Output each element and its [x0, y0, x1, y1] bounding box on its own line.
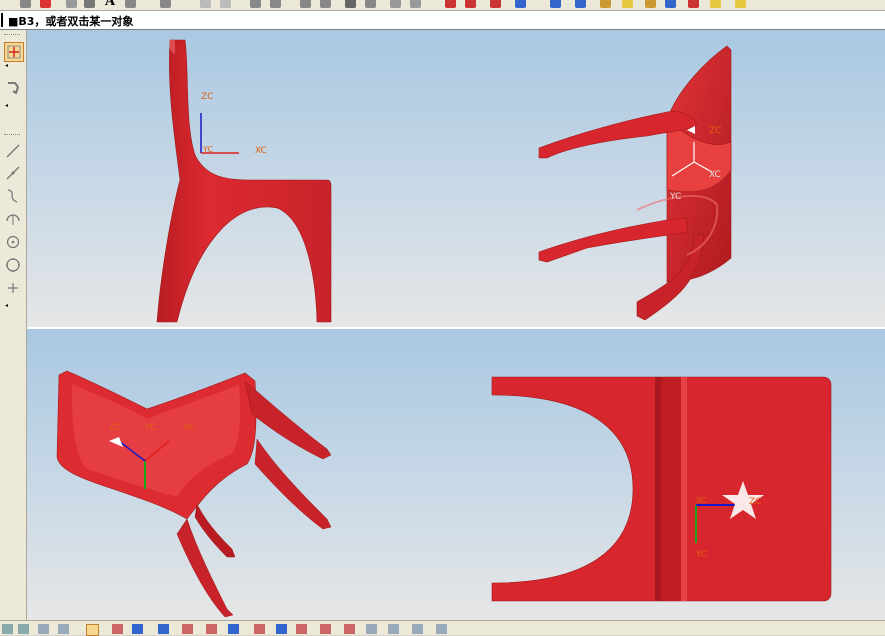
toolbar-icon[interactable] [320, 624, 331, 634]
left-toolbar: ◂ ◂ ◂ [0, 30, 27, 620]
toolbar-icon[interactable] [445, 0, 456, 8]
top-toolbar: A [0, 0, 885, 11]
axis-label-x: XC [709, 170, 721, 180]
axis-label-y: YC [144, 423, 156, 433]
chevron-left-icon[interactable]: ◂ [5, 102, 8, 109]
toolbar-icon[interactable] [412, 624, 423, 634]
toolbar-icon[interactable] [66, 0, 77, 8]
chevron-left-icon[interactable]: ◂ [5, 302, 8, 309]
toolbar-icon[interactable] [206, 624, 217, 634]
graphics-window[interactable]: ZC XC YC ZC XC YC ZC YC XC XC ZC YC [27, 30, 885, 620]
toolbar-icon[interactable] [710, 0, 721, 8]
toolbar-icon[interactable] [220, 0, 231, 8]
toolbar-icon[interactable] [550, 0, 561, 8]
toolbar-icon[interactable] [344, 624, 355, 634]
cue-divider [1, 13, 3, 27]
toolbar-icon[interactable] [665, 0, 676, 8]
toolbar-icon[interactable] [2, 624, 13, 634]
toolbar-icon[interactable] [300, 0, 311, 8]
toolbar-icon[interactable] [600, 0, 611, 8]
select-active-icon[interactable] [86, 624, 99, 636]
toolbar-icon[interactable] [158, 624, 169, 634]
toolbar-icon[interactable] [38, 624, 49, 634]
toolbar-icon[interactable] [688, 0, 699, 8]
model-front-view[interactable] [156, 39, 332, 323]
viewport-top[interactable]: ZC XC YC ZC XC YC [27, 30, 885, 327]
axis-label-x: XC [255, 146, 267, 156]
bottom-toolbar [0, 620, 885, 636]
axis-label-y: YC [695, 550, 707, 560]
toolbar-icon[interactable] [276, 624, 287, 634]
axis-label-z: ZC [709, 126, 721, 136]
toolbar-grip[interactable] [4, 134, 20, 138]
line-diagonal-icon[interactable] [4, 164, 22, 182]
tool-icon[interactable] [4, 78, 22, 96]
toolbar-icon[interactable] [366, 624, 377, 634]
toolbar-icon[interactable] [125, 0, 136, 8]
model-top-view[interactable] [491, 376, 832, 602]
toolbar-icon[interactable] [20, 0, 31, 8]
toolbar-icon[interactable] [254, 624, 265, 634]
model-isometric-view[interactable] [56, 370, 332, 618]
spline-icon[interactable] [4, 187, 22, 205]
toolbar-icon[interactable] [296, 624, 307, 634]
model-trimetric-view[interactable] [538, 45, 732, 321]
axis-label-y: YC [202, 145, 213, 154]
toolbar-icon[interactable] [436, 624, 447, 634]
toolbar-icon[interactable] [622, 0, 633, 8]
snap-point-icon[interactable] [4, 42, 24, 62]
circle-dot-icon[interactable] [4, 233, 22, 251]
toolbar-icon[interactable] [345, 0, 356, 8]
toolbar-icon[interactable] [388, 624, 399, 634]
toolbar-icon[interactable] [84, 0, 95, 8]
line-icon[interactable] [4, 142, 22, 160]
axis-label-x: XC [183, 423, 195, 433]
toolbar-icon[interactable] [410, 0, 421, 8]
axis-label-z: ZC [201, 92, 213, 102]
arc-icon[interactable] [4, 210, 22, 228]
axis-label-z: ZC [109, 423, 121, 433]
point-icon[interactable] [4, 279, 22, 297]
toolbar-icon[interactable] [200, 0, 211, 8]
toolbar-icon[interactable] [228, 624, 239, 634]
toolbar-icon[interactable] [58, 624, 69, 634]
toolbar-icon[interactable] [390, 0, 401, 8]
viewport-bottom[interactable]: ZC YC XC XC ZC YC [27, 329, 885, 620]
chevron-left-icon[interactable]: ◂ [5, 62, 8, 69]
circle-icon[interactable] [4, 256, 22, 274]
toolbar-icon[interactable] [132, 624, 143, 634]
toolbar-icon[interactable] [270, 0, 281, 8]
toolbar-icon[interactable] [515, 0, 526, 8]
toolbar-icon[interactable] [250, 0, 261, 8]
toolbar-icon[interactable] [160, 0, 171, 8]
toolbar-icon[interactable] [182, 624, 193, 634]
wcs-front: ZC XC YC [200, 92, 267, 156]
cue-line: ■B3，或者双击某一对象 [0, 11, 885, 30]
axis-label-x: XC [696, 496, 707, 505]
axis-label-y: YC [669, 192, 681, 202]
toolbar-grip[interactable] [4, 34, 20, 38]
toolbar-icon[interactable] [490, 0, 501, 8]
toolbar-icon[interactable] [735, 0, 746, 8]
toolbar-icon[interactable] [112, 624, 123, 634]
toolbar-icon[interactable] [40, 0, 51, 8]
toolbar-icon[interactable] [18, 624, 29, 634]
cue-line-text: ■B3，或者双击某一对象 [8, 15, 134, 28]
text-icon[interactable]: A [105, 0, 115, 9]
axis-label-z: ZC [749, 497, 761, 507]
toolbar-icon[interactable] [365, 0, 376, 8]
toolbar-icon[interactable] [645, 0, 656, 8]
toolbar-icon[interactable] [465, 0, 476, 8]
toolbar-icon[interactable] [575, 0, 586, 8]
toolbar-icon[interactable] [320, 0, 331, 8]
